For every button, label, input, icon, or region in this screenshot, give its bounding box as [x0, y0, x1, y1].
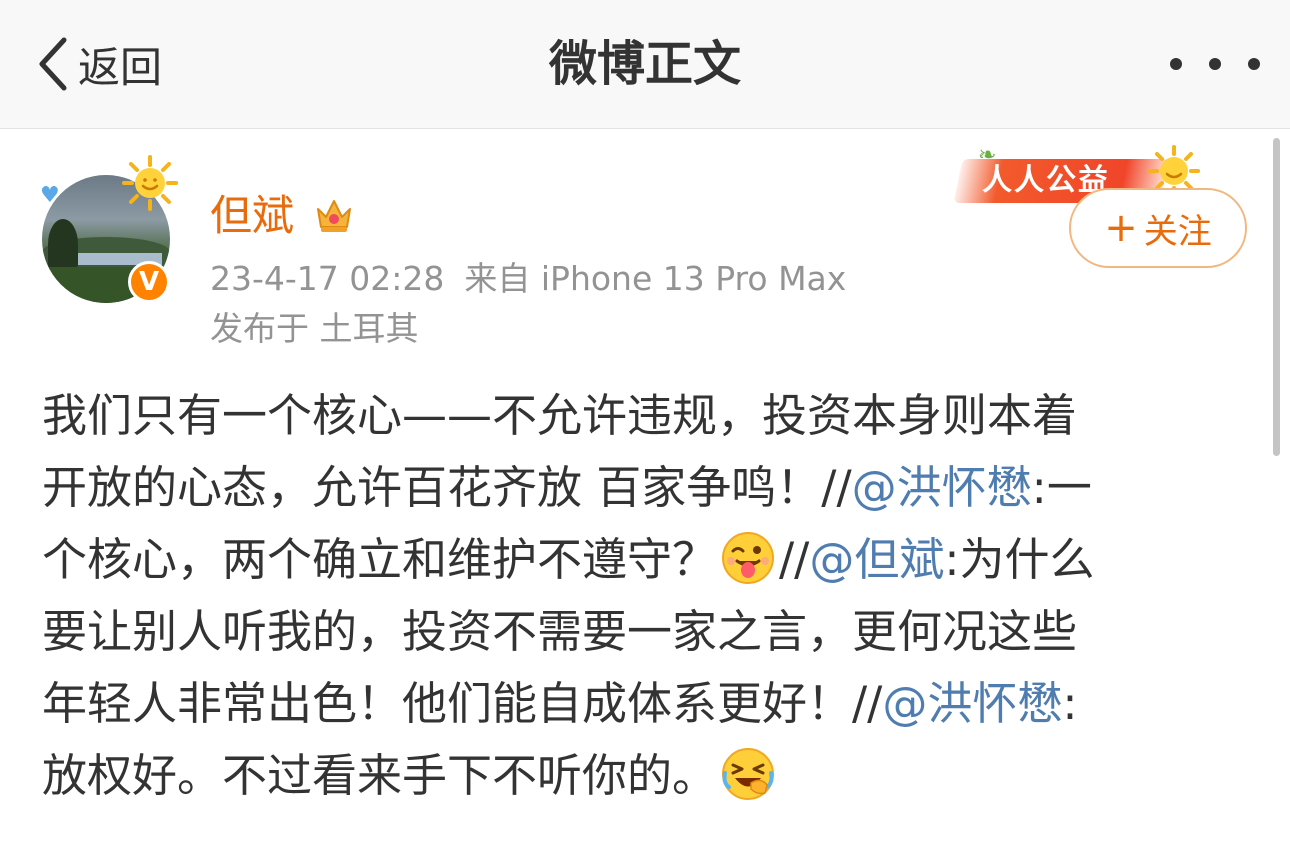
avatar-tree	[48, 219, 78, 269]
more-dots-icon[interactable]	[1170, 44, 1260, 84]
crown-icon	[317, 200, 351, 232]
post-content: 我们只有一个核心——不允许违规，投资本身则本着 开放的心态，允许百花齐放 百家争…	[42, 380, 1252, 812]
post-line: 要让别人听我的，投资不需要一家之言，更何况这些	[42, 596, 1252, 668]
post-text: 年轻人非常出色！他们能自成体系更好！//	[42, 677, 883, 730]
post-text: :为什么	[944, 533, 1095, 586]
page-title: 微博正文	[548, 36, 741, 92]
post-line: 我们只有一个核心——不允许违规，投资本身则本着	[42, 380, 1252, 452]
dot	[1170, 58, 1182, 70]
sun-icon	[122, 155, 178, 211]
post-source: 来自 iPhone 13 Pro Max	[464, 259, 847, 298]
author-name[interactable]: 但斌	[210, 188, 294, 244]
mention-link[interactable]: @但斌	[809, 533, 944, 586]
laugh-cry-emoji-icon	[722, 748, 775, 800]
mention-link[interactable]: @洪怀懋	[852, 461, 1032, 514]
scrollbar[interactable]	[1273, 138, 1280, 456]
post-text: :一	[1031, 461, 1092, 514]
post-line: 放权好。不过看来手下不听你的。	[42, 740, 1252, 812]
post-line: 开放的心态，允许百花齐放 百家争鸣！//@洪怀懋:一	[42, 452, 1252, 524]
post-time: 23-4-17 02:28	[210, 259, 445, 298]
mention-link[interactable]: @洪怀懋	[882, 677, 1062, 730]
post-text: 开放的心态，允许百花齐放 百家争鸣！//	[42, 461, 852, 514]
post-text: 个核心，两个确立和维护不遵守？	[42, 533, 718, 586]
follow-button[interactable]: + 关注	[1069, 188, 1247, 268]
dot	[1209, 58, 1221, 70]
verified-badge: V	[128, 261, 170, 303]
post-line: 年轻人非常出色！他们能自成体系更好！//@洪怀懋:	[42, 668, 1252, 740]
author-avatar-group[interactable]: ♥ V	[40, 155, 180, 305]
dot	[1248, 58, 1260, 70]
post-text: 要让别人听我的，投资不需要一家之言，更何况这些	[42, 605, 1078, 658]
post-text: 我们只有一个核心——不允许违规，投资本身则本着	[42, 389, 1078, 442]
post-text: //	[779, 533, 810, 586]
post-line: 个核心，两个确立和维护不遵守？ //@但斌:为什么	[42, 524, 1252, 596]
follow-label: 关注	[1143, 211, 1212, 252]
post-text: :	[1062, 677, 1078, 730]
post-location: 发布于 土耳其	[210, 309, 419, 348]
plus-icon: +	[1104, 205, 1138, 251]
post-meta: 23-4-17 02:28 来自 iPhone 13 Pro Max	[210, 256, 846, 302]
post-text: 放权好。不过看来手下不听你的。	[42, 749, 718, 802]
wink-tongue-emoji-icon	[722, 532, 775, 584]
heart-icon: ♥	[40, 183, 60, 208]
top-nav-bar: 返回 微博正文	[0, 0, 1290, 129]
